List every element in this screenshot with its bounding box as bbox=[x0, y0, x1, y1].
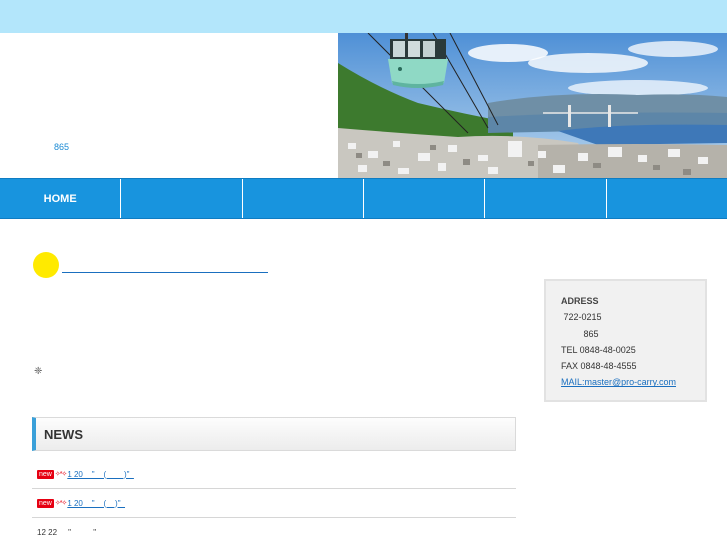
fax-number: FAX 0848-48-4555 bbox=[561, 361, 637, 372]
news-item: new ✧*✧ 1 20 " ( )" bbox=[32, 460, 516, 489]
nav-item-home[interactable]: HOME bbox=[0, 179, 122, 218]
tel-number: TEL 0848-48-0025 bbox=[561, 344, 636, 355]
header-logo-area bbox=[0, 33, 338, 178]
mail-link[interactable]: MAIL:master@pro-carry.com bbox=[561, 374, 705, 390]
news-list: new ✧*✧ 1 20 " ( )" new ✧*✧ 1 20 " ( )" … bbox=[32, 460, 516, 545]
street-address: 865 bbox=[561, 328, 599, 339]
sparkle-icon: ✧*✧ bbox=[54, 500, 68, 507]
news-link[interactable]: 1 20 " ( )" bbox=[67, 499, 125, 508]
section-bullet-icon bbox=[33, 252, 59, 278]
new-badge: new bbox=[37, 469, 54, 479]
news-item: new ✧*✧ 1 20 " ( )" bbox=[32, 489, 516, 518]
top-banner-bar bbox=[0, 0, 727, 33]
nav-item-2[interactable] bbox=[121, 179, 243, 218]
header-ropeway-photo bbox=[338, 33, 727, 178]
news-title: NEWS bbox=[44, 426, 83, 442]
news-link[interactable]: 1 20 " ( )" bbox=[67, 470, 134, 479]
news-item: 12 22 " " bbox=[32, 518, 516, 545]
nav-item-3[interactable] bbox=[243, 179, 364, 218]
section-title-link[interactable] bbox=[62, 272, 268, 273]
news-text: 12 22 " " bbox=[37, 528, 97, 537]
news-heading: NEWS bbox=[32, 417, 516, 451]
sparkle-icon: ✧*✧ bbox=[54, 471, 68, 478]
contact-info-box: ADRESS 722-0215 865 TEL 0848-48-0025 FAX… bbox=[544, 279, 707, 402]
postal-code: 722-0215 bbox=[561, 312, 602, 323]
new-badge: new bbox=[37, 498, 54, 508]
address-heading: ADRESS bbox=[561, 296, 599, 306]
header-address: 865 bbox=[54, 142, 70, 152]
flower-icon: ❈ bbox=[34, 366, 43, 377]
nav-item-4[interactable] bbox=[364, 179, 486, 218]
nav-item-5[interactable] bbox=[485, 179, 607, 218]
main-nav: HOME bbox=[0, 178, 727, 219]
nav-item-6[interactable] bbox=[607, 179, 727, 218]
